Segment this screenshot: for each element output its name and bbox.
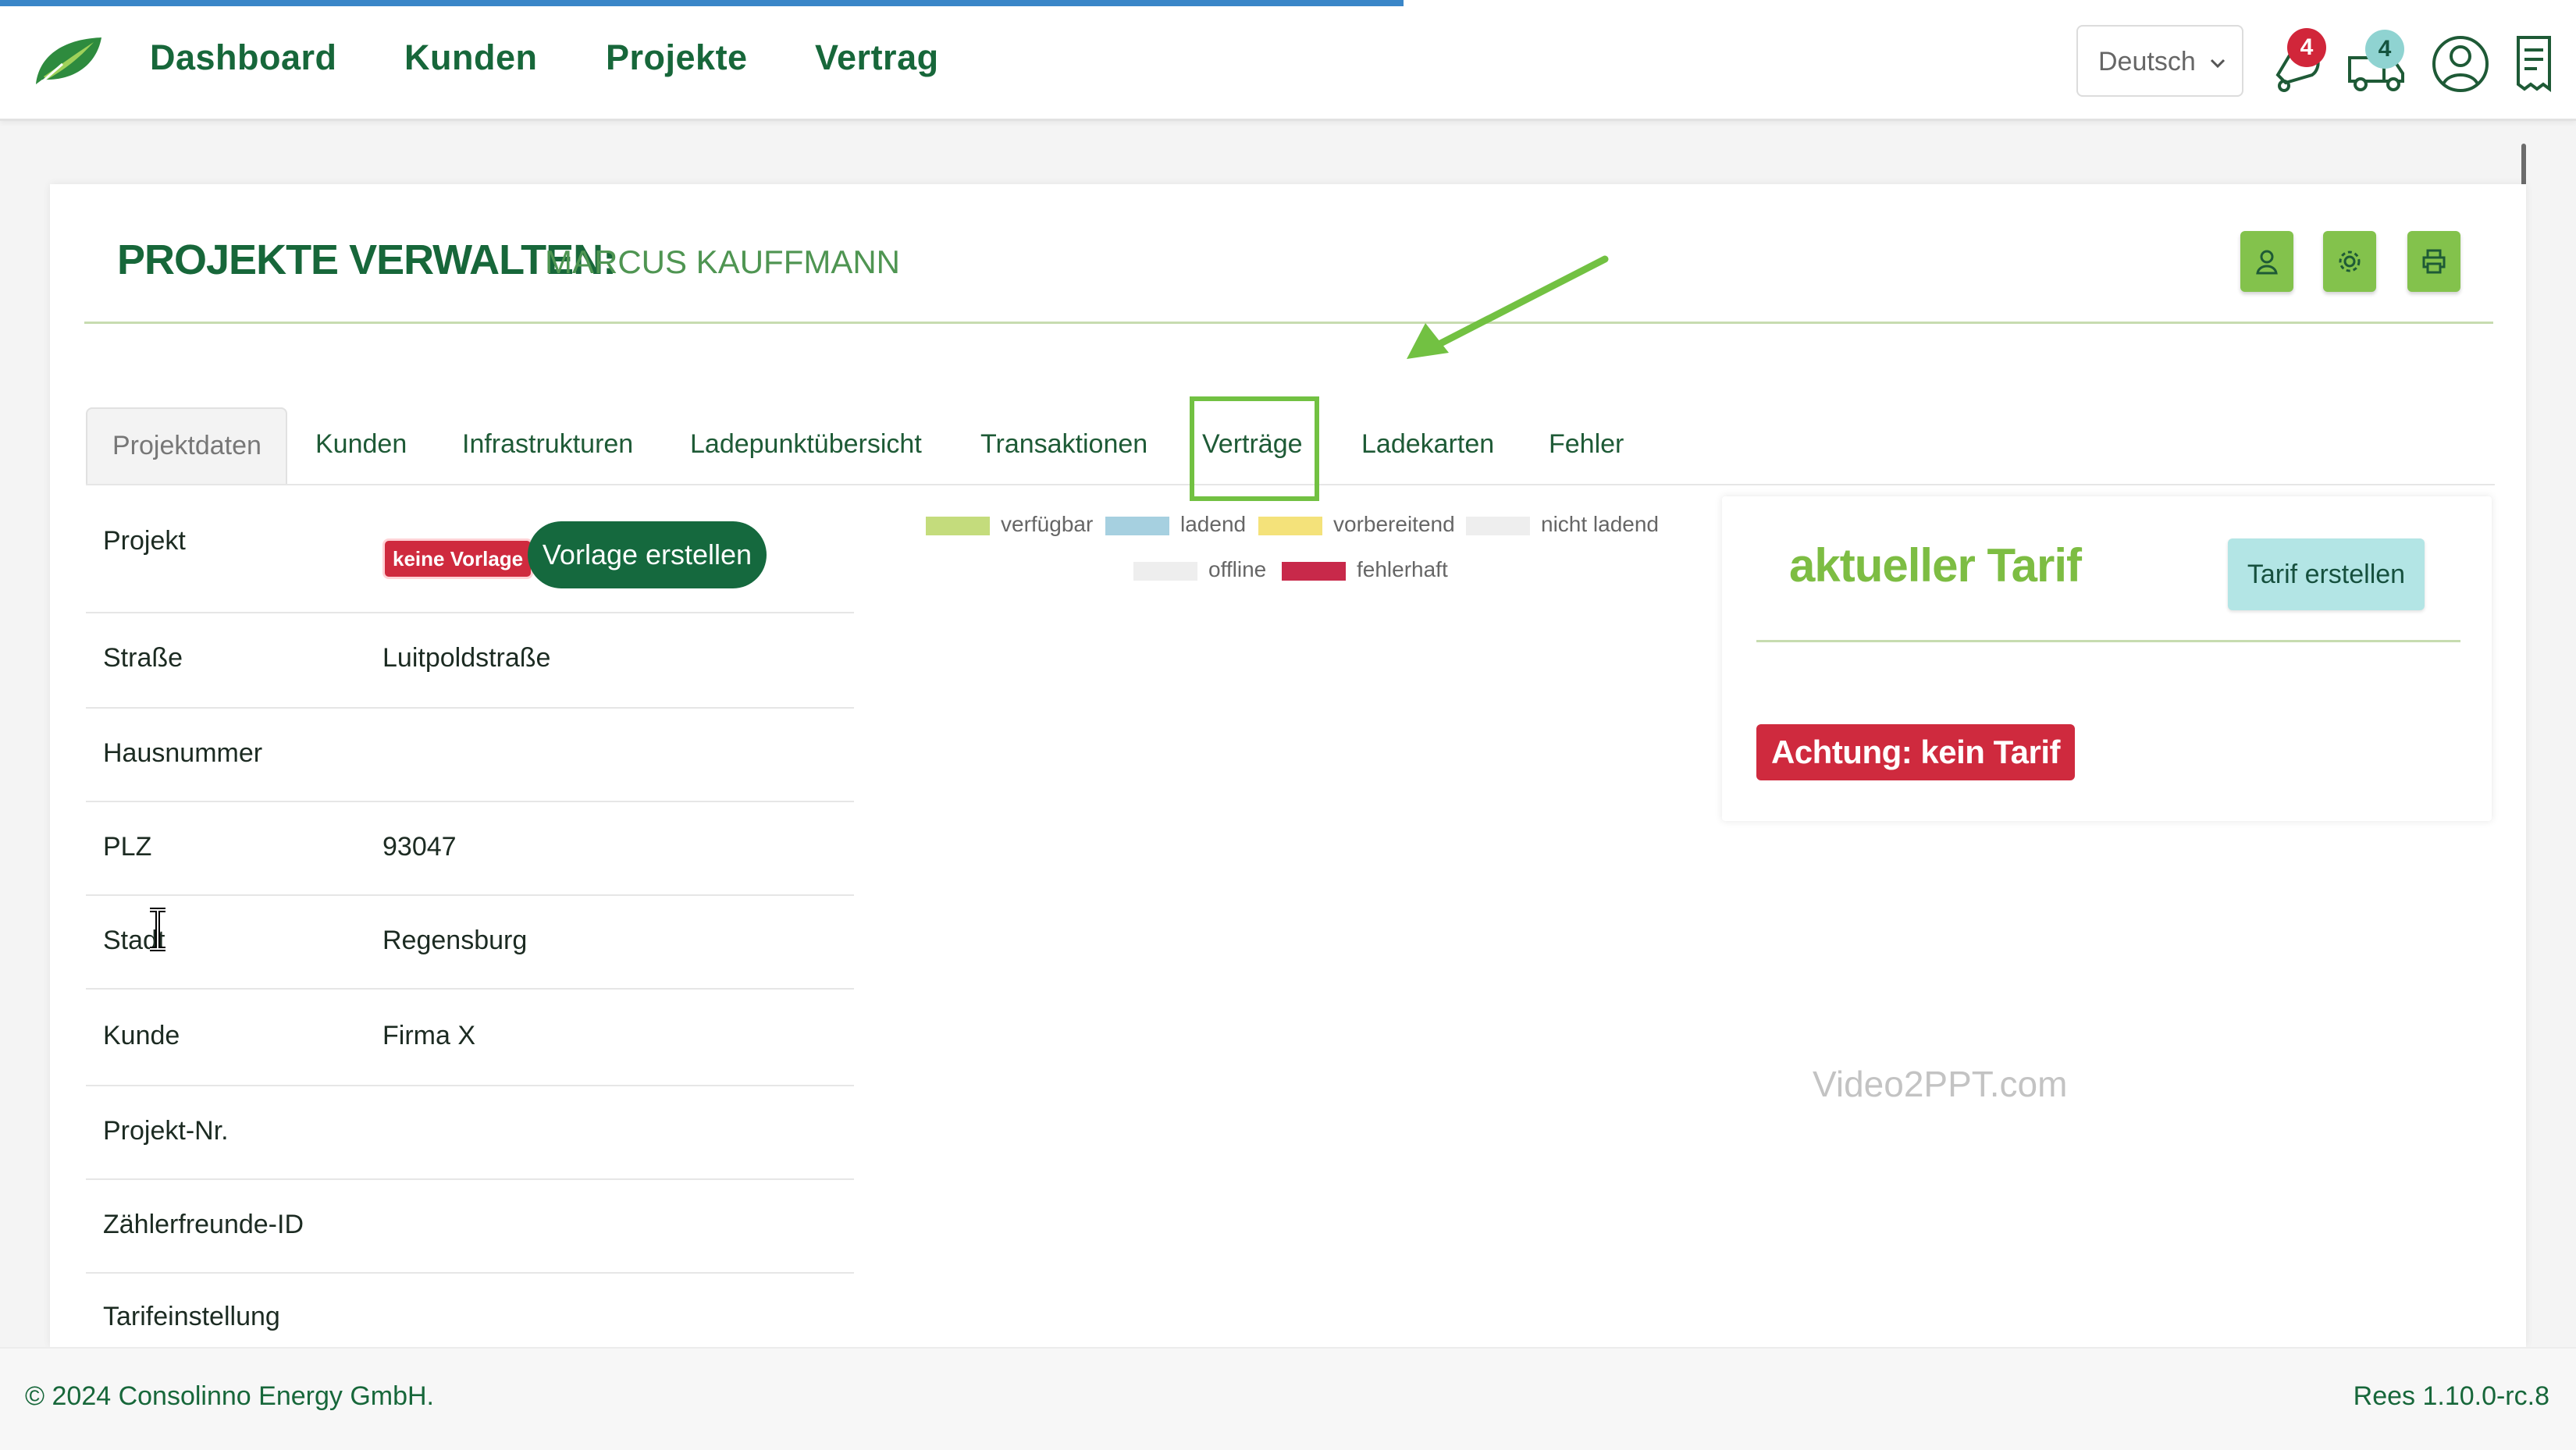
table-row: Stadt Regensburg xyxy=(86,896,854,990)
table-row: Straße Luitpoldstraße xyxy=(86,613,854,709)
legend-swatch-fehlerhaft xyxy=(1282,562,1346,581)
legend-label-ladend: ladend xyxy=(1180,512,1247,536)
annotation-arrow-icon xyxy=(1407,255,1609,359)
row-value: Luitpoldstraße xyxy=(382,643,551,673)
legend-swatch-verfuegbar xyxy=(926,517,990,535)
table-row: Hausnummer xyxy=(86,709,854,802)
tariff-title: aktueller Tarif xyxy=(1789,539,2082,592)
table-row: Kunde Firma X xyxy=(86,990,854,1086)
user-circle-icon[interactable] xyxy=(2429,31,2492,97)
page-subtitle: MARCUS KAUFFMANN xyxy=(545,243,901,280)
nav-projekte[interactable]: Projekte xyxy=(606,37,748,78)
no-tariff-alert: Achtung: kein Tarif xyxy=(1756,724,2075,780)
message-count-badge: 4 xyxy=(2365,30,2404,69)
create-template-button[interactable]: Vorlage erstellen xyxy=(528,521,767,588)
text-cursor-icon xyxy=(150,908,165,951)
tab-kunden[interactable]: Kunden xyxy=(315,429,407,460)
row-label: Tarifeinstellung xyxy=(103,1302,280,1331)
row-value: Firma X xyxy=(382,1021,475,1050)
footer-version: Rees 1.10.0-rc.8 xyxy=(2353,1381,2549,1411)
notification-count-badge: 4 xyxy=(2287,28,2326,67)
tab-infrastrukturen[interactable]: Infrastrukturen xyxy=(462,429,633,460)
page-title: PROJEKTE VERWALTEN: xyxy=(117,236,617,283)
tab-fehler[interactable]: Fehler xyxy=(1549,429,1624,460)
row-label: Projekt xyxy=(103,526,186,556)
tab-transaktionen[interactable]: Transaktionen xyxy=(980,429,1147,460)
row-label: PLZ xyxy=(103,832,152,862)
legend-label-nicht-ladend: nicht ladend xyxy=(1541,512,1660,536)
row-label: Zählerfreunde-ID xyxy=(103,1210,304,1239)
chevron-down-icon xyxy=(2210,59,2226,69)
table-row: PLZ 93047 xyxy=(86,802,854,896)
table-row: Projekt-Nr. xyxy=(86,1086,854,1180)
gear-icon xyxy=(2339,251,2361,272)
watermark: Video2PPT.com xyxy=(1813,1064,2068,1104)
nav-kunden[interactable]: Kunden xyxy=(404,37,537,78)
row-label: Straße xyxy=(103,643,183,673)
title-divider xyxy=(84,322,2493,324)
printer-icon xyxy=(2422,249,2446,274)
user-icon xyxy=(2256,250,2278,275)
tab-highlight-box xyxy=(1190,396,1319,501)
loading-progress-bar xyxy=(0,0,1404,6)
tab-projektdaten-label: Projektdaten xyxy=(112,431,262,460)
language-select[interactable]: Deutsch xyxy=(2076,25,2243,97)
top-navigation-bar: Dashboard Kunden Projekte Vertrag Deutsc… xyxy=(0,0,2576,121)
legend-swatch-offline xyxy=(1133,562,1197,581)
table-row: Zählerfreunde-ID xyxy=(86,1180,854,1274)
create-tariff-button[interactable]: Tarif erstellen xyxy=(2228,538,2425,610)
legend-label-vorbereitend: vorbereitend xyxy=(1333,512,1455,536)
language-select-value: Deutsch xyxy=(2098,47,2196,76)
settings-action-button[interactable] xyxy=(2323,231,2376,292)
leaf-logo-icon[interactable] xyxy=(31,33,106,89)
legend-swatch-vorbereitend xyxy=(1258,517,1322,535)
no-template-badge: keine Vorlage xyxy=(382,538,534,579)
row-label: Hausnummer xyxy=(103,738,263,768)
nav-vertrag[interactable]: Vertrag xyxy=(815,37,939,78)
row-value: 93047 xyxy=(382,832,457,862)
print-action-button[interactable] xyxy=(2407,231,2460,292)
tab-projektdaten[interactable]: Projektdaten xyxy=(86,407,287,484)
row-value: Regensburg xyxy=(382,926,528,955)
footer-copyright: © 2024 Consolinno Energy GmbH. xyxy=(25,1381,434,1411)
table-row: Tarifeinstellung xyxy=(86,1274,854,1347)
legend-label-verfuegbar: verfügbar xyxy=(1001,512,1094,536)
nav-dashboard[interactable]: Dashboard xyxy=(150,37,337,78)
row-label: Projekt-Nr. xyxy=(103,1116,229,1146)
legend-swatch-nicht-ladend xyxy=(1466,517,1530,535)
tariff-divider xyxy=(1756,640,2460,642)
legend-label-fehlerhaft: fehlerhaft xyxy=(1357,557,1448,581)
legend-swatch-ladend xyxy=(1105,517,1169,535)
tab-ladekarten[interactable]: Ladekarten xyxy=(1361,429,1494,460)
tab-ladepunktuebersicht[interactable]: Ladepunktübersicht xyxy=(690,429,922,460)
row-label: Kunde xyxy=(103,1021,180,1050)
receipt-icon[interactable] xyxy=(2503,31,2565,97)
legend-label-offline: offline xyxy=(1208,557,1267,581)
user-action-button[interactable] xyxy=(2240,231,2293,292)
